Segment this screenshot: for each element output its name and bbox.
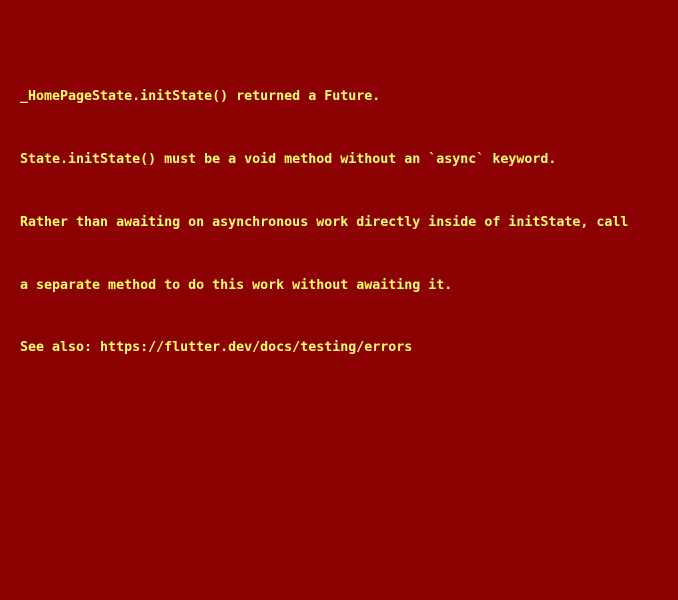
error-line-detail-3: a separate method to do this work withou… [20,277,453,293]
error-line-headline: _HomePageState.initState() returned a Fu… [20,89,381,105]
error-line-detail-1: State.initState() must be a void method … [20,151,557,167]
error-message-block: _HomePageState.initState() returned a Fu… [20,42,664,403]
error-line-see-also: See also: https://flutter.dev/docs/testi… [20,340,413,356]
error-line-detail-2: Rather than awaiting on asynchronous wor… [20,214,629,230]
flutter-error-screen: _HomePageState.initState() returned a Fu… [0,0,678,600]
